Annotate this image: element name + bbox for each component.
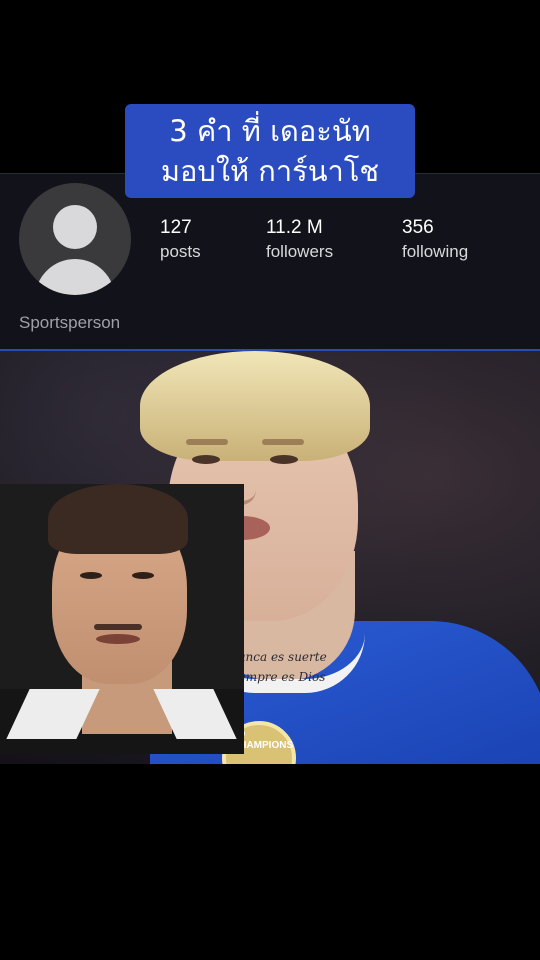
player-brow-right (262, 439, 304, 445)
default-avatar-icon[interactable] (19, 183, 131, 295)
player-hair (140, 351, 370, 461)
post-photo[interactable]: Nunca es suerte siempre es Dios LD CHAMP… (0, 351, 540, 764)
followers-count: 11.2 M (266, 217, 323, 238)
posts-count: 127 (160, 217, 192, 238)
cam-hair (48, 484, 188, 554)
avatar-shoulders-shape (35, 259, 115, 295)
stat-followers[interactable]: 11.2 M followers (266, 216, 333, 264)
following-label: following (402, 242, 469, 261)
face-cam-overlay (0, 484, 244, 754)
title-overlay: 3 คำ ที่ เดอะนัท มอบให้ การ์นาโช (125, 104, 415, 198)
followers-label: followers (266, 242, 334, 261)
stat-posts[interactable]: 127 posts (160, 216, 201, 264)
player-eye-left (192, 455, 220, 464)
title-line-1: 3 คำ ที่ เดอะนัท (169, 114, 371, 148)
cam-mouth (96, 634, 140, 644)
player-eye-right (270, 455, 298, 464)
posts-label: posts (160, 242, 201, 261)
title-line-2: มอบให้ การ์นาโช (160, 154, 380, 188)
player-brow-left (186, 439, 228, 445)
following-count: 356 (402, 217, 434, 238)
avatar-head-shape (53, 205, 97, 249)
profile-username[interactable]: Sportsperson (19, 313, 120, 333)
profile-card: Sportsperson 127 posts 11.2 M followers … (0, 173, 540, 351)
cam-eye-left (80, 572, 102, 579)
cam-moustache (94, 624, 142, 630)
stat-following[interactable]: 356 following (402, 216, 468, 264)
cam-eye-right (132, 572, 154, 579)
